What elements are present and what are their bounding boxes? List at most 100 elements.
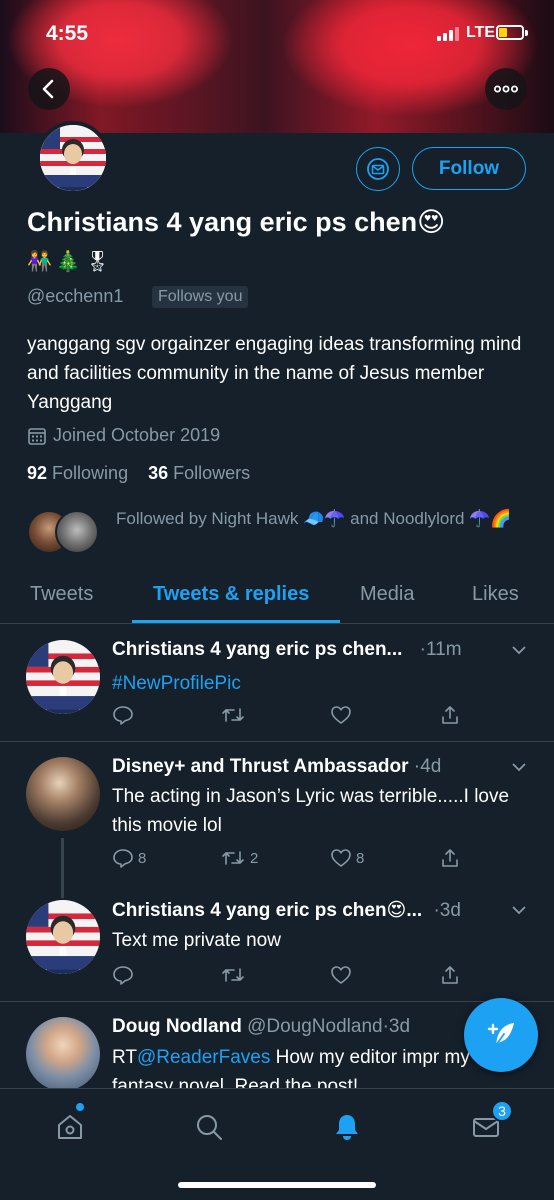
home-icon [58, 1115, 82, 1139]
joined-date: Joined October 2019 [27, 425, 220, 446]
active-tab-indicator [132, 620, 340, 623]
tweet-handle: @DougNodland [247, 1016, 383, 1037]
tweet[interactable]: Christians 4 yang eric ps chen😍... ·3d T… [0, 885, 554, 1002]
tweet-actions [112, 965, 462, 989]
following-count: 92 [27, 463, 48, 483]
tweet-header: Doug Nodland @DougNodland·3d [112, 1016, 410, 1038]
profile-bio: yanggang sgv orgainzer engaging ideas tr… [27, 334, 522, 413]
reply-button[interactable] [112, 965, 138, 985]
tweet-time: ·3d [433, 900, 461, 921]
bell-icon [336, 1115, 358, 1140]
envelope-icon [367, 158, 389, 180]
share-icon [442, 706, 458, 724]
back-button[interactable] [28, 68, 70, 110]
share-button[interactable] [440, 848, 460, 868]
tweet-author-name[interactable]: Christians 4 yang eric ps chen... [112, 639, 402, 660]
tab-tweets-replies[interactable]: Tweets & replies [153, 583, 309, 606]
like-button[interactable]: 8 [330, 848, 364, 868]
avatar[interactable] [26, 900, 100, 974]
heart-icon [331, 966, 351, 984]
reply-icon [113, 849, 133, 868]
reply-button[interactable]: 8 [112, 848, 146, 868]
share-icon [442, 966, 458, 984]
status-time: 4:55 [46, 22, 89, 45]
chevron-down-icon[interactable] [511, 905, 527, 915]
followers-label: Followers [173, 463, 251, 483]
retweet-button[interactable] [220, 705, 250, 725]
messages-badge: 3 [491, 1100, 513, 1122]
retweet-icon [222, 708, 244, 722]
more-icon [494, 85, 518, 93]
tweet-author-name[interactable]: Christians 4 yang eric ps chen😍... [112, 900, 422, 921]
avatar [55, 510, 99, 554]
tab-tweets[interactable]: Tweets [30, 583, 93, 606]
like-button[interactable] [330, 705, 356, 725]
share-icon [442, 849, 458, 867]
avatar[interactable] [26, 757, 100, 831]
tweet-actions: 8 2 8 [112, 848, 462, 872]
follow-button[interactable]: Follow [412, 147, 526, 190]
chevron-left-icon [42, 79, 54, 99]
tweet-time: ·3d [382, 1016, 411, 1037]
heart-icon [331, 849, 351, 867]
joined-label: Joined October 2019 [53, 425, 221, 445]
avatar[interactable] [26, 640, 100, 714]
following-link[interactable]: 92 Following [27, 463, 128, 483]
followers-link[interactable]: 36 Followers [148, 463, 250, 483]
heart-icon [331, 706, 351, 724]
tweet-actions [112, 705, 462, 729]
tweet-text: Text me private now [112, 930, 281, 951]
follows-you-badge: Follows you [152, 286, 249, 308]
profile-handle: @ecchenn1 [27, 286, 124, 306]
tweet-time: ·4d [413, 756, 442, 777]
tweet[interactable]: Christians 4 yang eric ps chen... ·11m #… [0, 625, 554, 742]
nav-search[interactable] [189, 1107, 229, 1147]
home-indicator[interactable] [178, 1182, 376, 1188]
retweet-count: 2 [250, 849, 259, 867]
reply-count: 8 [138, 849, 147, 867]
share-button[interactable] [440, 705, 460, 725]
tweet-text[interactable]: #NewProfilePic [112, 669, 522, 698]
tweet-author-name[interactable]: Doug Nodland [112, 1016, 242, 1037]
share-button[interactable] [440, 965, 460, 985]
tweet-time: ·11m [419, 639, 462, 660]
tweet-mention[interactable]: @ReaderFaves [137, 1047, 270, 1068]
like-count: 8 [356, 849, 365, 867]
profile-avatar[interactable] [36, 121, 110, 195]
followed-by-text[interactable]: Followed by Night Hawk 🧢☂️ and Noodlylor… [116, 506, 536, 532]
reply-icon [113, 966, 133, 985]
message-button[interactable] [356, 147, 400, 191]
search-icon [197, 1115, 222, 1140]
calendar-icon [28, 427, 46, 445]
compose-tweet-button[interactable] [464, 998, 538, 1072]
like-button[interactable] [330, 965, 356, 985]
retweet-icon [222, 851, 244, 865]
followers-count: 36 [148, 463, 169, 483]
tweet-author-name[interactable]: Disney+ and Thrust Ambassador [112, 756, 409, 777]
follow-counts: 92 Following 36 Followers [27, 463, 250, 484]
retweet-button[interactable] [220, 965, 250, 985]
tab-media[interactable]: Media [360, 583, 414, 606]
tweet-header: Christians 4 yang eric ps chen😍... ·3d [112, 899, 461, 922]
home-unread-dot [76, 1103, 84, 1111]
reply-button[interactable] [112, 705, 138, 725]
following-label: Following [52, 463, 129, 483]
tab-likes[interactable]: Likes [472, 583, 519, 606]
retweet-icon [222, 968, 244, 982]
retweet-button[interactable]: 2 [220, 848, 258, 868]
profile-name-emojis: 👫🎄🎖 [27, 251, 115, 273]
more-options-button[interactable] [485, 68, 527, 110]
reply-icon [113, 706, 133, 725]
profile-tabs: Tweets Tweets & replies Media Likes [0, 570, 554, 624]
network-label: LTE [466, 24, 496, 41]
avatar[interactable] [26, 1017, 100, 1088]
status-bar: 4:55 LTE [0, 0, 554, 66]
chevron-down-icon[interactable] [511, 762, 527, 772]
tweet-header: Christians 4 yang eric ps chen... ·11m [112, 639, 462, 661]
followed-by-avatars[interactable] [27, 510, 107, 556]
nav-home[interactable] [50, 1107, 90, 1147]
tweet-text: RT@ReaderFaves How my editor impr my fan… [112, 1043, 522, 1088]
nav-notifications[interactable] [327, 1107, 367, 1147]
chevron-down-icon[interactable] [511, 645, 527, 655]
signal-icon [437, 27, 461, 41]
